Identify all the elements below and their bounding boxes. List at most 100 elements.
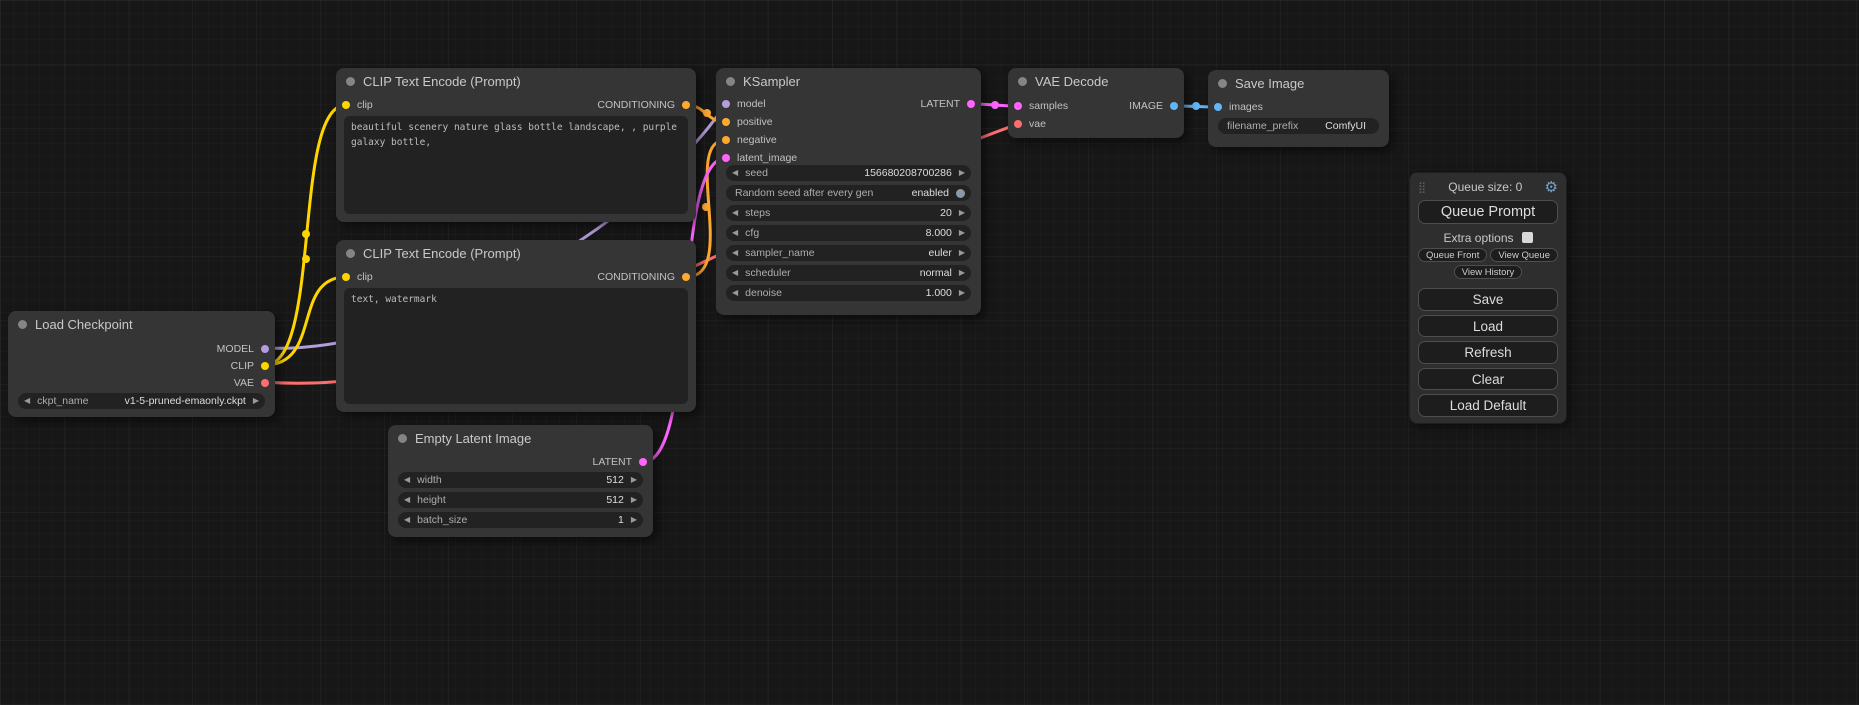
widget-label: width: [417, 474, 442, 486]
node-save-image[interactable]: Save Image images filename_prefix ComfyU…: [1208, 70, 1389, 147]
increment-arrow-icon[interactable]: ▶: [959, 249, 965, 257]
widget-filename-prefix[interactable]: filename_prefix ComfyUI: [1218, 118, 1379, 134]
view-queue-button[interactable]: View Queue: [1490, 248, 1558, 262]
input-socket-vae[interactable]: [1014, 120, 1022, 128]
increment-arrow-icon[interactable]: ▶: [959, 289, 965, 297]
increment-arrow-icon[interactable]: ▶: [959, 209, 965, 217]
toggle-dot-icon[interactable]: [956, 189, 965, 198]
decrement-arrow-icon[interactable]: ◀: [732, 249, 738, 257]
collapse-dot-icon[interactable]: [346, 77, 355, 86]
decrement-arrow-icon[interactable]: ◀: [404, 496, 410, 504]
widget-width[interactable]: ◀ width 512 ▶: [398, 472, 643, 488]
widget-denoise[interactable]: ◀ denoise 1.000 ▶: [726, 285, 971, 301]
input-socket-latent-image[interactable]: [722, 154, 730, 162]
node-header[interactable]: Load Checkpoint: [8, 311, 275, 337]
collapse-dot-icon[interactable]: [18, 320, 27, 329]
node-header[interactable]: Empty Latent Image: [388, 425, 653, 451]
drag-handle-icon[interactable]: ⣿: [1418, 181, 1426, 194]
prompt-textarea[interactable]: beautiful scenery nature glass bottle la…: [344, 116, 688, 214]
queue-front-button[interactable]: Queue Front: [1418, 248, 1487, 262]
slot-label: CLIP: [231, 360, 254, 372]
node-empty-latent-image[interactable]: Empty Latent Image LATENT ◀ width 512 ▶ …: [388, 425, 653, 537]
increment-arrow-icon[interactable]: ▶: [631, 516, 637, 524]
extra-options-checkbox[interactable]: [1522, 232, 1533, 243]
increment-arrow-icon[interactable]: ▶: [253, 397, 259, 405]
output-socket-conditioning[interactable]: [682, 101, 690, 109]
decrement-arrow-icon[interactable]: ◀: [732, 269, 738, 277]
widget-cfg[interactable]: ◀ cfg 8.000 ▶: [726, 225, 971, 241]
input-socket-images[interactable]: [1214, 103, 1222, 111]
collapse-dot-icon[interactable]: [1018, 77, 1027, 86]
decrement-arrow-icon[interactable]: ◀: [404, 516, 410, 524]
output-socket-vae[interactable]: [261, 379, 269, 387]
increment-arrow-icon[interactable]: ▶: [959, 269, 965, 277]
decrement-arrow-icon[interactable]: ◀: [732, 289, 738, 297]
output-socket-clip[interactable]: [261, 362, 269, 370]
input-socket-samples[interactable]: [1014, 102, 1022, 110]
prompt-textarea[interactable]: text, watermark: [344, 288, 688, 404]
output-socket-conditioning[interactable]: [682, 273, 690, 281]
collapse-dot-icon[interactable]: [398, 434, 407, 443]
widget-value: 20: [940, 207, 952, 219]
slot-label: CONDITIONING: [597, 99, 675, 111]
queue-prompt-button[interactable]: Queue Prompt: [1418, 200, 1558, 224]
decrement-arrow-icon[interactable]: ◀: [732, 209, 738, 217]
node-header[interactable]: CLIP Text Encode (Prompt): [336, 68, 696, 94]
input-socket-model[interactable]: [722, 100, 730, 108]
collapse-dot-icon[interactable]: [346, 249, 355, 258]
clear-button[interactable]: Clear: [1418, 368, 1558, 391]
node-header[interactable]: VAE Decode: [1008, 68, 1184, 94]
load-default-button[interactable]: Load Default: [1418, 394, 1558, 417]
output-socket-image[interactable]: [1170, 102, 1178, 110]
queue-buttons-row: Queue Front View Queue: [1418, 248, 1558, 262]
input-socket-negative[interactable]: [722, 136, 730, 144]
decrement-arrow-icon[interactable]: ◀: [732, 229, 738, 237]
collapse-dot-icon[interactable]: [726, 77, 735, 86]
widget-seed[interactable]: ◀ seed 156680208700286 ▶: [726, 165, 971, 181]
input-slots: clip: [336, 96, 373, 114]
comfy-menu-panel[interactable]: ⣿ Queue size: 0 ⚙ Queue Prompt Extra opt…: [1409, 172, 1567, 424]
increment-arrow-icon[interactable]: ▶: [959, 169, 965, 177]
input-socket-clip[interactable]: [342, 273, 350, 281]
decrement-arrow-icon[interactable]: ◀: [732, 169, 738, 177]
node-header[interactable]: KSampler: [716, 68, 981, 94]
collapse-dot-icon[interactable]: [1218, 79, 1227, 88]
widget-value: 1: [618, 514, 624, 526]
input-socket-clip[interactable]: [342, 101, 350, 109]
increment-arrow-icon[interactable]: ▶: [631, 496, 637, 504]
node-clip-text-encode-negative[interactable]: CLIP Text Encode (Prompt) clip CONDITION…: [336, 240, 696, 412]
save-button[interactable]: Save: [1418, 288, 1558, 311]
widget-batch-size[interactable]: ◀ batch_size 1 ▶: [398, 512, 643, 528]
increment-arrow-icon[interactable]: ▶: [631, 476, 637, 484]
wire-midpoint-dot: [702, 203, 710, 211]
node-clip-text-encode-positive[interactable]: CLIP Text Encode (Prompt) clip CONDITION…: [336, 68, 696, 222]
node-header[interactable]: CLIP Text Encode (Prompt): [336, 240, 696, 266]
load-button[interactable]: Load: [1418, 315, 1558, 338]
node-vae-decode[interactable]: VAE Decode samples vae IMAGE: [1008, 68, 1184, 138]
decrement-arrow-icon[interactable]: ◀: [24, 397, 30, 405]
view-history-button[interactable]: View History: [1454, 265, 1523, 279]
input-socket-positive[interactable]: [722, 118, 730, 126]
node-load-checkpoint[interactable]: Load Checkpoint MODEL CLIP VAE ◀ ckpt_na…: [8, 311, 275, 417]
decrement-arrow-icon[interactable]: ◀: [404, 476, 410, 484]
output-socket-model[interactable]: [261, 345, 269, 353]
widget-ckpt-name[interactable]: ◀ ckpt_name v1-5-pruned-emaonly.ckpt ▶: [18, 393, 265, 409]
widget-height[interactable]: ◀ height 512 ▶: [398, 492, 643, 508]
output-socket-latent[interactable]: [639, 458, 647, 466]
output-socket-latent[interactable]: [967, 100, 975, 108]
widget-steps[interactable]: ◀ steps 20 ▶: [726, 205, 971, 221]
increment-arrow-icon[interactable]: ▶: [959, 229, 965, 237]
refresh-button[interactable]: Refresh: [1418, 341, 1558, 364]
widget-random-seed-toggle[interactable]: Random seed after every gen enabled: [726, 185, 971, 201]
widget-scheduler[interactable]: ◀ scheduler normal ▶: [726, 265, 971, 281]
node-header[interactable]: Save Image: [1208, 70, 1389, 96]
node-title: Load Checkpoint: [35, 317, 133, 332]
widget-sampler-name[interactable]: ◀ sampler_name euler ▶: [726, 245, 971, 261]
input-slot-model: model: [716, 95, 797, 113]
node-canvas[interactable]: Load Checkpoint MODEL CLIP VAE ◀ ckpt_na…: [0, 0, 1859, 705]
settings-gear-icon[interactable]: ⚙: [1545, 180, 1558, 195]
wire-midpoint-dot: [302, 255, 310, 263]
node-title: CLIP Text Encode (Prompt): [363, 246, 521, 261]
node-ksampler[interactable]: KSampler model positive negative latent_…: [716, 68, 981, 315]
extra-options-label: Extra options: [1443, 231, 1513, 245]
